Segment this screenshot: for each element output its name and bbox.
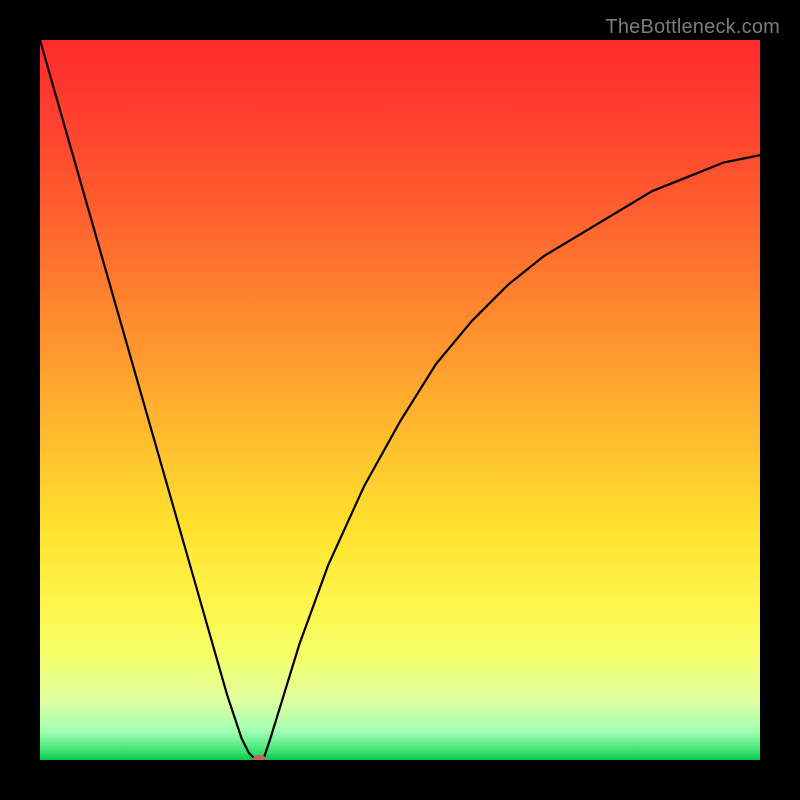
chart-frame: TheBottleneck.com [0,0,800,800]
watermark-text: TheBottleneck.com [605,16,780,39]
curve-line [40,40,760,760]
plot-area [40,40,760,760]
chart-svg [40,40,760,760]
